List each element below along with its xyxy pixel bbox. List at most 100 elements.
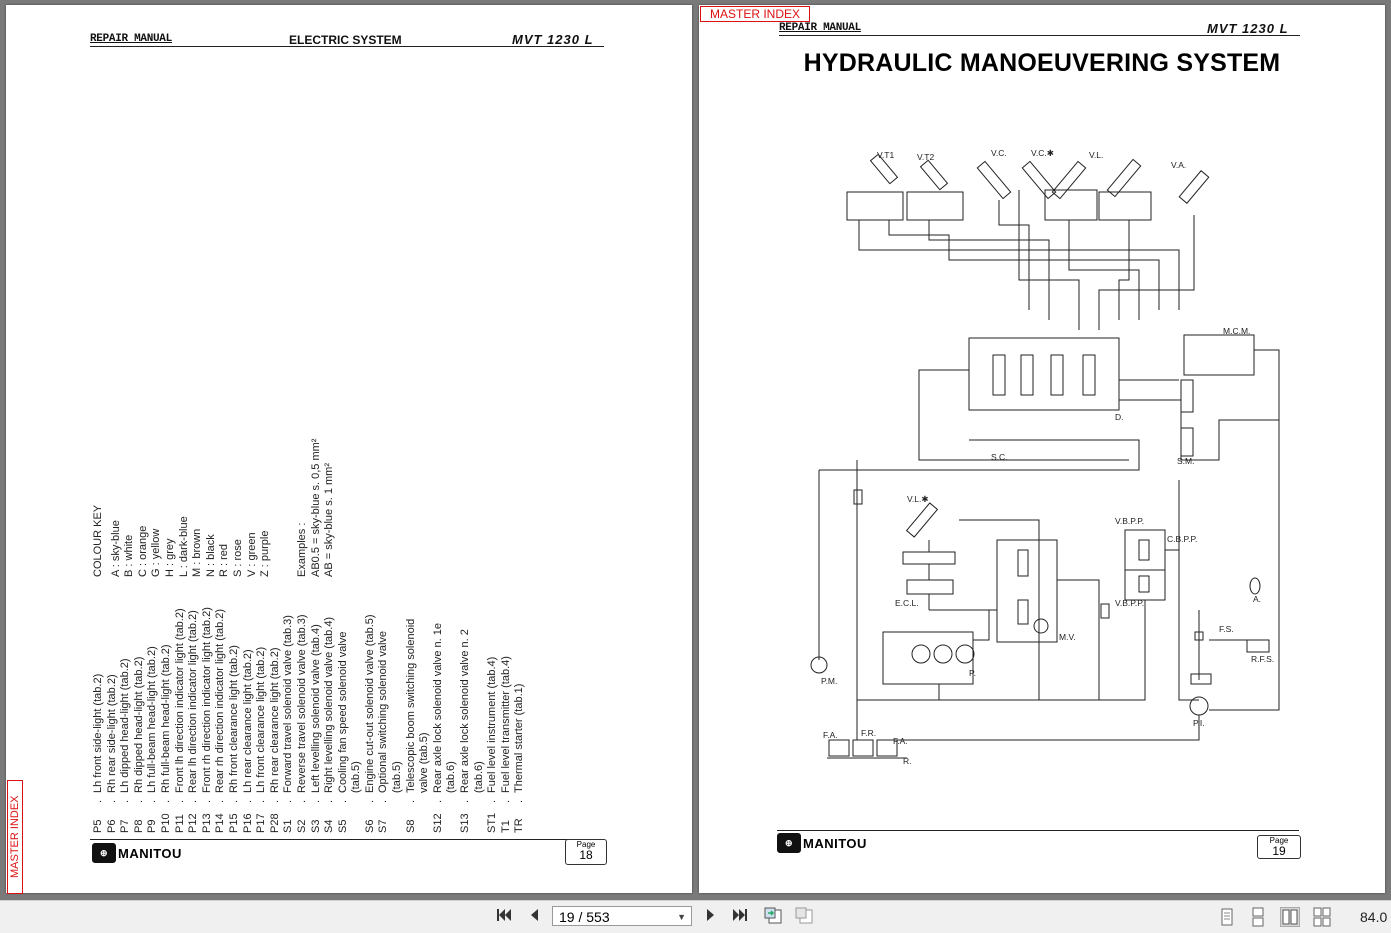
legend-separator: . [200, 799, 213, 803]
master-index-link-top[interactable]: MASTER INDEX [700, 6, 810, 22]
manitou-logo-icon: ⊕ [777, 833, 801, 853]
legend-row: P14. Rear rh direction indicator light (t… [214, 607, 228, 833]
single-page-view-button[interactable] [1217, 907, 1237, 927]
previous-page-icon [531, 909, 538, 921]
legend-row: P11. Front lh direction indicator light (… [174, 607, 188, 833]
last-page-button[interactable] [729, 907, 751, 927]
continuous-facing-view-button[interactable] [1312, 907, 1332, 927]
master-index-link-side[interactable]: MASTER INDEX [7, 780, 23, 894]
label-cbpp: C.B.P.P. [1167, 534, 1197, 544]
legend-code: P9 [146, 819, 159, 833]
legend-row: S13. Rear axle lock solenoid valve n. 2 [459, 607, 473, 833]
examples-title: Examples : [296, 522, 308, 577]
legend-code [418, 803, 432, 833]
label-mcm: M.C.M. [1223, 326, 1250, 336]
legend-text: Front rh direction indicator light (tab.… [200, 607, 213, 793]
last-page-icon [733, 909, 747, 921]
colour-example-item: AB0.5 = sky-blue s. 0,5 mm² [309, 438, 322, 577]
next-page-button[interactable] [700, 907, 722, 927]
legend-row: (tab.5) [350, 607, 364, 833]
legend-row: P12. Rear lh direction indicator light (t… [187, 607, 201, 833]
chevron-down-icon[interactable]: ▼ [677, 907, 686, 927]
cylinder-vc [976, 160, 1012, 200]
legend-separator: . [323, 799, 336, 803]
legend-row: S3. Left levelling solenoid valve (tab.4) [310, 607, 324, 833]
page-number-input[interactable]: 19 / 553 ▼ [552, 906, 692, 926]
colour-key-item: A : sky-blue [109, 520, 122, 577]
legend-code [445, 803, 459, 833]
label-p: P. [969, 668, 976, 678]
label-vc-star: V.C.✱ [1031, 148, 1054, 158]
legend-code: P15 [227, 813, 240, 833]
header-model: MVT 1230 L [1207, 21, 1289, 36]
single-page-icon [1221, 908, 1233, 926]
legend-code: P14 [214, 813, 227, 833]
legend-row: S4. Right levelling solenoid valve (tab.4… [323, 607, 337, 833]
label-vc: V.C. [991, 148, 1007, 158]
label-vt2: V.T2 [917, 152, 934, 162]
legend-separator [473, 793, 487, 803]
legend-separator: . [404, 799, 417, 803]
legend-row: S6. Engine cut-out solenoid valve (tab.5) [364, 607, 378, 833]
legend-text: Rear rh direction indicator light (tab.2… [214, 608, 227, 793]
viewer-toolbar: 19 / 553 ▼ 84.0 [0, 900, 1391, 933]
legend-separator: . [255, 799, 268, 803]
legend-separator [445, 793, 459, 803]
label-pm: P.M. [821, 676, 837, 686]
cylinder-vt2 [919, 159, 949, 191]
legend-separator: . [187, 799, 200, 803]
legend-row: (tab.6) [445, 607, 459, 833]
previous-view-button[interactable] [763, 907, 785, 927]
legend-separator: . [431, 799, 444, 803]
legend-code [391, 803, 405, 833]
legend-separator: . [105, 799, 118, 803]
legend-code: P8 [132, 819, 145, 833]
colour-key-item: V : green [245, 532, 258, 577]
legend-text: (tab.5) [350, 761, 363, 793]
zoom-level[interactable]: 84.0 [1360, 907, 1387, 927]
colour-key-item: M : brown [191, 528, 204, 577]
legend-code: S2 [295, 819, 308, 833]
page-19: REPAIR MANUAL MVT 1230 L HYDRAULIC MANOE… [699, 5, 1385, 893]
first-page-button[interactable] [493, 907, 515, 927]
colour-examples: Examples : AB0.5 = sky-blue s. 0,5 mm² AB… [296, 439, 337, 577]
previous-view-icon [764, 907, 782, 924]
legend-separator: . [241, 799, 254, 803]
label-va: V.A. [1171, 160, 1186, 170]
legend-row: P7. Lh dipped head-light (tab.2) [119, 607, 133, 833]
legend-code: P11 [173, 814, 186, 833]
page-number: 19 [1272, 844, 1286, 858]
legend-row: P10. Rh full-beam head-light (tab.2) [160, 607, 174, 833]
footer-rule [777, 830, 1299, 831]
colour-key-item: R : red [218, 543, 231, 577]
legend-separator: . [92, 799, 104, 803]
legend-separator: . [268, 799, 281, 803]
legend-text: (tab.6) [472, 761, 485, 793]
label-a: A. [1253, 594, 1261, 604]
legend-text: (tab.6) [445, 761, 458, 793]
logo-text: MANITOU [118, 845, 182, 861]
next-view-button[interactable] [794, 907, 816, 927]
label-fa-left: F.A. [823, 730, 838, 740]
previous-page-button[interactable] [523, 907, 545, 927]
header-repair-manual: REPAIR MANUAL [90, 33, 172, 45]
legend-separator: . [295, 799, 308, 803]
diagram-title: HYDRAULIC MANOEUVERING SYSTEM [803, 49, 1281, 77]
legend-separator: . [499, 799, 512, 803]
legend-separator: . [377, 799, 390, 803]
legend-code: TR [513, 818, 526, 833]
legend-text: Lh front side-light (tab.2) [92, 673, 104, 793]
header-rule [779, 35, 1300, 36]
continuous-view-button[interactable] [1248, 907, 1268, 927]
facing-pages-view-button[interactable] [1280, 907, 1300, 927]
header-model: MVT 1230 L [512, 32, 594, 47]
legend-row: ST1. Fuel level instrument (tab.4) [486, 607, 500, 833]
label-mv: M.V. [1059, 632, 1076, 642]
legend-separator: . [159, 799, 172, 803]
legend-text: valve (tab.5) [418, 732, 431, 793]
legend-code: S4 [323, 819, 336, 833]
legend-separator: . [363, 799, 376, 803]
legend-text: Front lh direction indicator light (tab.… [173, 608, 186, 793]
label-sm: S.M. [1177, 456, 1194, 466]
legend-row: (tab.6) [473, 607, 487, 833]
